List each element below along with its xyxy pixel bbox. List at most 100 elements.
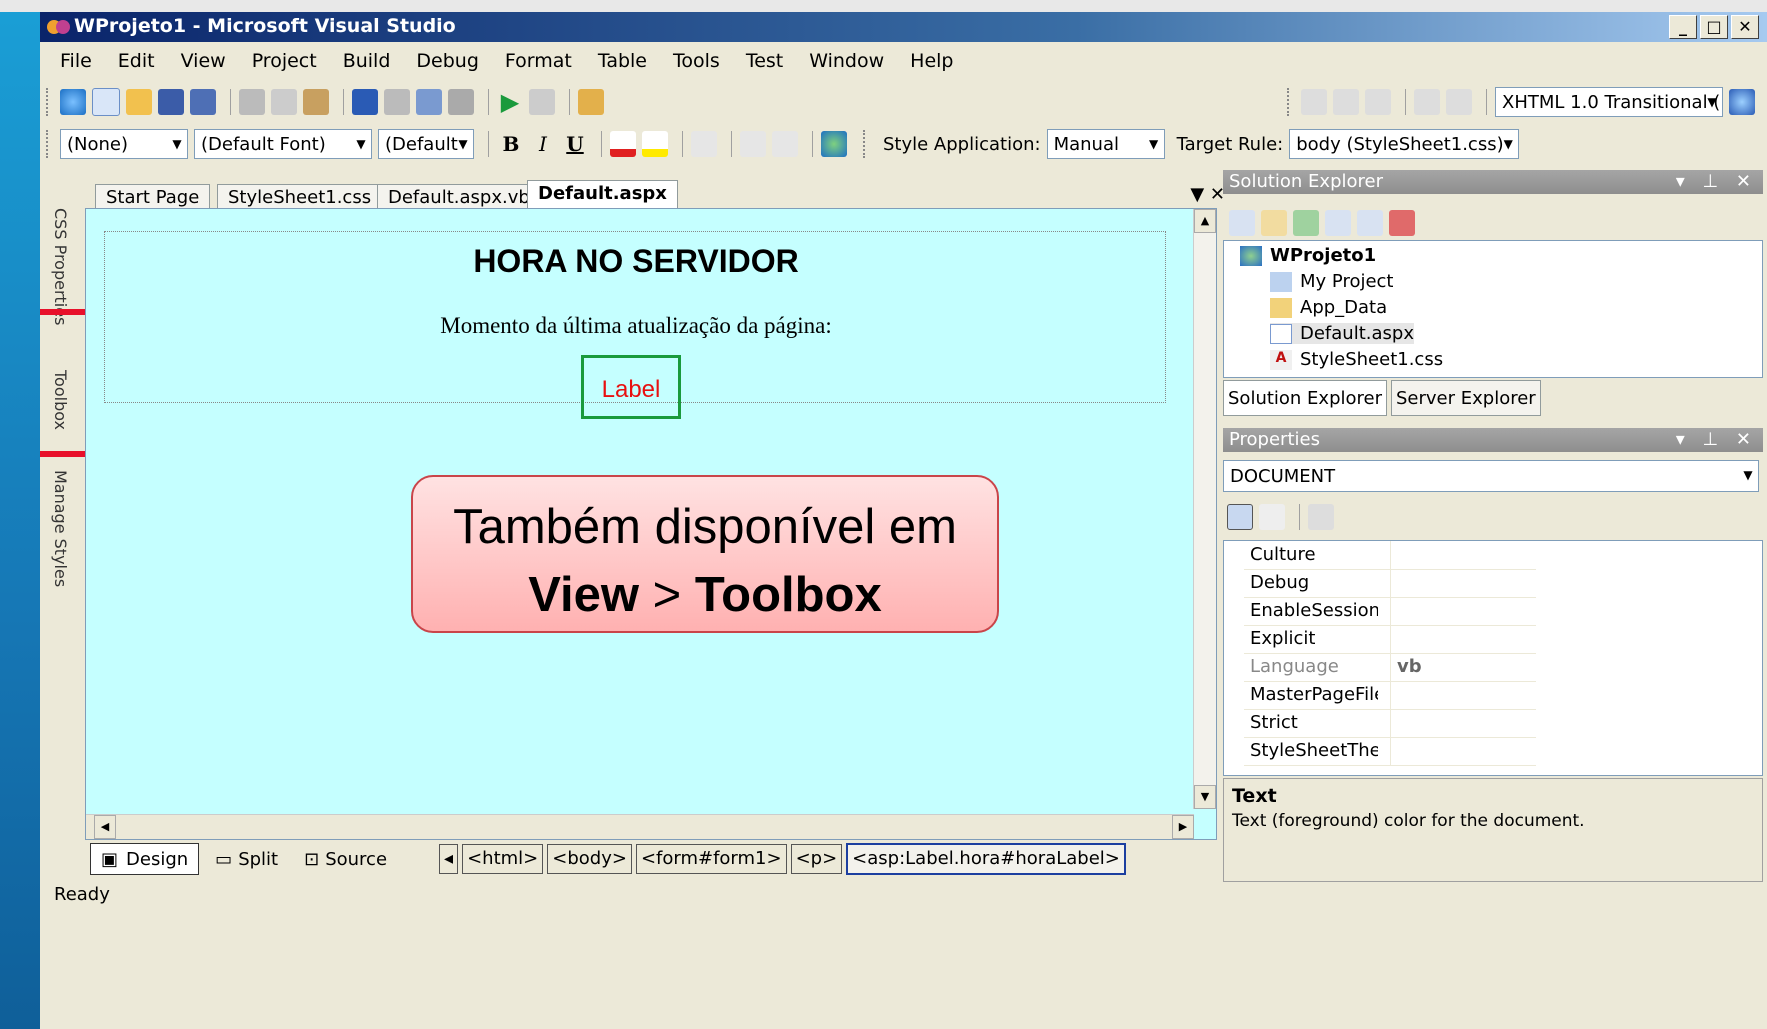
view-code-icon[interactable] bbox=[1325, 210, 1351, 236]
italic-button[interactable]: I bbox=[529, 132, 557, 156]
menu-help[interactable]: Help bbox=[910, 50, 953, 72]
save-icon[interactable] bbox=[158, 89, 184, 115]
toolbar-grip-4[interactable] bbox=[863, 130, 869, 158]
tree-item-project[interactable]: WProjeto1 bbox=[1240, 245, 1376, 266]
css-properties-tab[interactable]: CSS Properties bbox=[44, 208, 70, 325]
pane-controls[interactable]: ▾ ⊥ ✕ bbox=[1676, 428, 1757, 452]
toolbar-grip-3[interactable] bbox=[46, 130, 52, 158]
bullets-icon[interactable] bbox=[740, 131, 766, 157]
breadcrumb-html[interactable]: <html> bbox=[462, 844, 544, 874]
tree-item-my-project[interactable]: My Project bbox=[1270, 271, 1394, 292]
property-row[interactable]: EnableSessionSt bbox=[1244, 597, 1536, 626]
properties-object-select[interactable]: DOCUMENT ▼ bbox=[1223, 460, 1759, 492]
tab-solution-explorer[interactable]: Solution Explorer bbox=[1223, 380, 1387, 416]
find-icon[interactable] bbox=[448, 89, 474, 115]
toolbar-grip-2[interactable] bbox=[1287, 88, 1293, 116]
menu-project[interactable]: Project bbox=[252, 50, 317, 72]
breadcrumb-body[interactable]: <body> bbox=[547, 844, 632, 874]
outdent-icon[interactable] bbox=[1333, 89, 1359, 115]
tab-controls[interactable]: ▼ ✕ bbox=[1190, 184, 1225, 205]
menu-test[interactable]: Test bbox=[746, 50, 783, 72]
tab-start-page[interactable]: Start Page bbox=[95, 184, 211, 211]
highlight-icon[interactable] bbox=[642, 131, 668, 157]
copy-website-icon[interactable] bbox=[1389, 210, 1415, 236]
hyperlink-icon[interactable] bbox=[821, 131, 847, 157]
breadcrumb-form[interactable]: <form#form1> bbox=[635, 844, 787, 874]
property-pages-icon[interactable] bbox=[1308, 504, 1334, 530]
minimize-button[interactable]: _ bbox=[1669, 15, 1697, 39]
font-color-icon[interactable] bbox=[610, 131, 636, 157]
save-all-icon[interactable] bbox=[190, 89, 216, 115]
breadcrumb-prev[interactable]: ◂ bbox=[439, 844, 459, 874]
tab-default-aspx[interactable]: Default.aspx bbox=[527, 180, 678, 211]
cut-icon[interactable] bbox=[239, 89, 265, 115]
scroll-up-icon[interactable]: ▲ bbox=[1194, 209, 1216, 233]
copy-icon[interactable] bbox=[271, 89, 297, 115]
align-icon[interactable] bbox=[691, 131, 717, 157]
split-view-button[interactable]: ▭ Split bbox=[205, 844, 288, 874]
find-in-files-icon[interactable] bbox=[529, 89, 555, 115]
numbering-icon[interactable] bbox=[772, 131, 798, 157]
close-button[interactable]: ✕ bbox=[1731, 15, 1759, 39]
scroll-left-icon[interactable]: ◀ bbox=[94, 815, 116, 839]
menu-window[interactable]: Window bbox=[809, 50, 884, 72]
solution-explorer-icon[interactable] bbox=[578, 89, 604, 115]
new-website-icon[interactable] bbox=[60, 89, 86, 115]
start-debug-icon[interactable]: ▶ bbox=[497, 89, 523, 115]
property-row[interactable]: Language vb bbox=[1244, 653, 1536, 682]
property-row[interactable]: Strict bbox=[1244, 709, 1536, 738]
menu-file[interactable]: File bbox=[60, 50, 92, 72]
tab-server-explorer[interactable]: Server Explorer bbox=[1391, 380, 1541, 416]
block-format-select[interactable]: (None) ▼ bbox=[60, 129, 188, 159]
breadcrumb-label[interactable]: <asp:Label.hora#horaLabel> bbox=[846, 843, 1126, 875]
style-application-select[interactable]: Manual ▼ bbox=[1046, 129, 1165, 159]
horizontal-scrollbar[interactable]: ◀ ▶ bbox=[86, 814, 1194, 839]
view-designer-icon[interactable] bbox=[1357, 210, 1383, 236]
navigate-icon[interactable] bbox=[416, 89, 442, 115]
undo-icon[interactable] bbox=[352, 89, 378, 115]
scroll-right-icon[interactable]: ▶ bbox=[1172, 815, 1194, 839]
alphabetical-icon[interactable] bbox=[1259, 504, 1285, 530]
design-view-button[interactable]: ▣ Design bbox=[90, 843, 200, 875]
menu-build[interactable]: Build bbox=[343, 50, 391, 72]
decrease-indent-icon[interactable] bbox=[1365, 89, 1391, 115]
add-item-icon[interactable] bbox=[92, 88, 120, 116]
pane-controls[interactable]: ▾ ⊥ ✕ bbox=[1676, 170, 1757, 194]
show-all-files-icon[interactable] bbox=[1261, 210, 1287, 236]
redo-icon[interactable] bbox=[384, 89, 410, 115]
property-value[interactable] bbox=[1390, 625, 1537, 653]
page-heading[interactable]: HORA NO SERVIDOR bbox=[86, 243, 1186, 280]
bold-button[interactable]: B bbox=[497, 132, 525, 156]
indent-icon[interactable] bbox=[1301, 89, 1327, 115]
menu-debug[interactable]: Debug bbox=[416, 50, 478, 72]
paste-icon[interactable] bbox=[303, 89, 329, 115]
uncomment-icon[interactable] bbox=[1446, 89, 1472, 115]
menu-view[interactable]: View bbox=[181, 50, 226, 72]
property-value[interactable] bbox=[1390, 597, 1537, 625]
target-rule-select[interactable]: body (StyleSheet1.css) ▼ bbox=[1289, 129, 1520, 159]
tree-item-stylesheet[interactable]: A StyleSheet1.css bbox=[1270, 349, 1443, 370]
property-value[interactable] bbox=[1390, 569, 1537, 597]
menu-tools[interactable]: Tools bbox=[673, 50, 720, 72]
property-value[interactable] bbox=[1390, 681, 1537, 709]
manage-styles-tab[interactable]: Manage Styles bbox=[44, 470, 70, 587]
asp-label-control[interactable]: Label bbox=[581, 355, 681, 419]
underline-button[interactable]: U bbox=[561, 132, 589, 156]
open-folder-icon[interactable] bbox=[126, 89, 152, 115]
comment-icon[interactable] bbox=[1414, 89, 1440, 115]
tree-item-default-aspx[interactable]: Default.aspx bbox=[1270, 323, 1414, 344]
page-subtitle[interactable]: Momento da última atualização da página: bbox=[86, 313, 1186, 339]
property-row[interactable]: StyleSheetThem bbox=[1244, 737, 1536, 766]
properties-icon[interactable] bbox=[1229, 210, 1255, 236]
tab-stylesheet[interactable]: StyleSheet1.css bbox=[217, 184, 383, 211]
maximize-button[interactable]: □ bbox=[1700, 15, 1728, 39]
property-value[interactable] bbox=[1390, 709, 1537, 737]
check-accessibility-icon[interactable] bbox=[1729, 89, 1755, 115]
font-name-select[interactable]: (Default Font) ▼ bbox=[194, 129, 372, 159]
menu-table[interactable]: Table bbox=[598, 50, 647, 72]
source-view-button[interactable]: ⊡ Source bbox=[294, 844, 397, 874]
tab-default-aspx-vb[interactable]: Default.aspx.vb bbox=[377, 184, 541, 211]
tree-item-app-data[interactable]: App_Data bbox=[1270, 297, 1387, 318]
property-value[interactable] bbox=[1390, 541, 1537, 569]
doctype-select[interactable]: XHTML 1.0 Transitional ( ▼ bbox=[1495, 87, 1723, 117]
